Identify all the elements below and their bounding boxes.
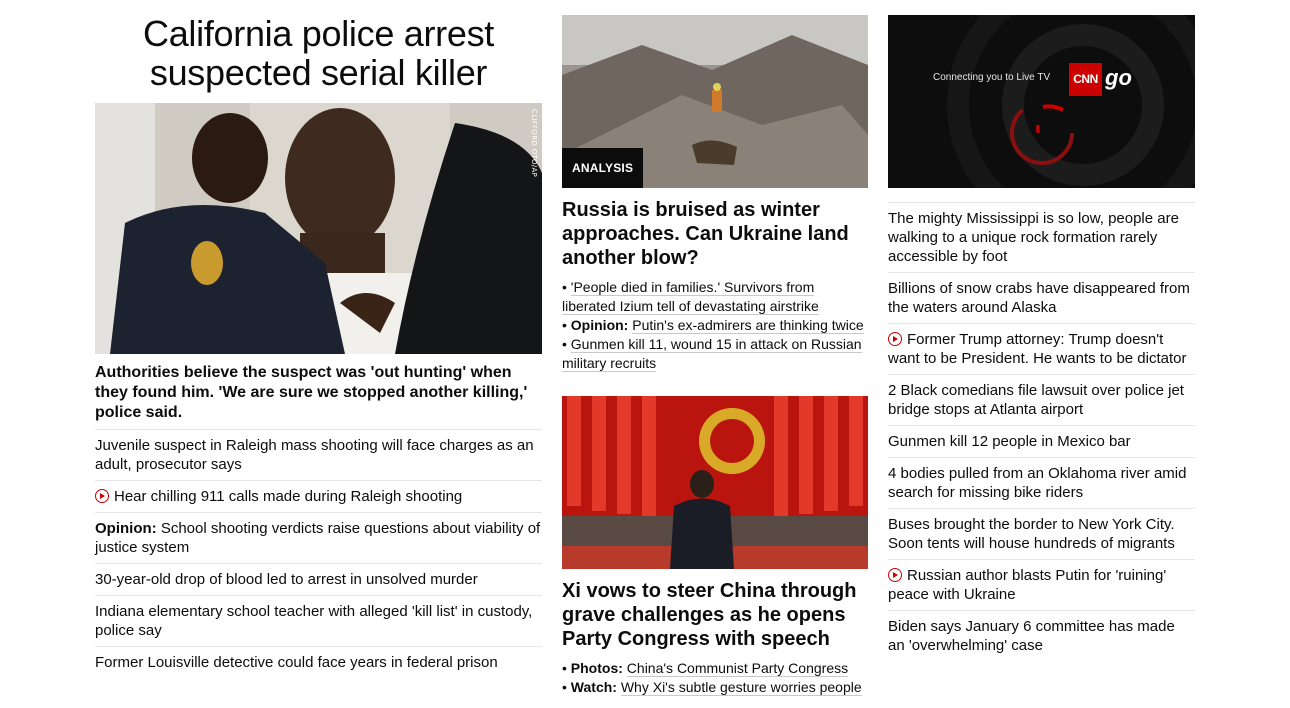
lead-headline[interactable]: California police arrest suspected seria… (95, 14, 542, 92)
lead-summary[interactable]: Authorities believe the suspect was 'out… (95, 363, 542, 423)
story-link[interactable]: Russian author blasts Putin for 'ruining… (888, 567, 1166, 603)
story-link[interactable]: Biden says January 6 committee has made … (888, 618, 1175, 654)
bullet-link[interactable]: Why Xi's subtle gesture worries people (620, 679, 862, 696)
cnn-logo: CNN (1069, 63, 1102, 96)
player-rings-decoration (947, 15, 1195, 188)
list-item[interactable]: Opinion: School shooting verdicts raise … (95, 512, 542, 563)
bullet-link[interactable]: China's Communist Party Congress (626, 660, 849, 677)
story-link[interactable]: Gunmen kill 12 people in Mexico bar (888, 433, 1131, 450)
china-bullets: • Photos: China's Communist Party Congre… (562, 659, 868, 697)
ukraine-bullets: • 'People died in families.' Survivors f… (562, 278, 868, 373)
story-link[interactable]: Juvenile suspect in Raleigh mass shootin… (95, 437, 534, 473)
analysis-badge: ANALYSIS (562, 148, 644, 188)
list-item[interactable]: Former Louisville detective could face y… (95, 646, 542, 678)
story-link[interactable]: School shooting verdicts raise questions… (95, 520, 540, 556)
congress-photo-illustration (562, 396, 868, 569)
china-headline[interactable]: Xi vows to steer China through grave cha… (562, 579, 868, 651)
china-image[interactable] (562, 396, 868, 569)
list-item[interactable]: Billions of snow crabs have disappeared … (888, 272, 1195, 323)
bullet-item[interactable]: • Photos: China's Communist Party Congre… (562, 659, 868, 678)
lead-photo-illustration (95, 103, 542, 354)
list-item[interactable]: Biden says January 6 committee has made … (888, 610, 1195, 661)
list-item[interactable]: Indiana elementary school teacher with a… (95, 595, 542, 646)
bullet-item[interactable]: • Opinion: Putin's ex-admirers are think… (562, 316, 868, 335)
list-item[interactable]: The mighty Mississippi is so low, people… (888, 202, 1195, 272)
bullet-prefix: Photos: (570, 660, 623, 676)
story-link[interactable]: Billions of snow crabs have disappeared … (888, 280, 1190, 316)
lead-image[interactable]: CLIFFORD OTO/AP (95, 103, 542, 354)
story-link[interactable]: Indiana elementary school teacher with a… (95, 603, 532, 639)
bullet-item[interactable]: • 'People died in families.' Survivors f… (562, 278, 868, 316)
live-tv-status: Connecting you to Live TV (933, 72, 1051, 83)
story-link[interactable]: Buses brought the border to New York Cit… (888, 516, 1175, 552)
lead-column: California police arrest suspected seria… (95, 0, 542, 678)
list-item[interactable]: Gunmen kill 12 people in Mexico bar (888, 425, 1195, 457)
play-video-icon (888, 332, 902, 346)
right-story-list: The mighty Mississippi is so low, people… (888, 202, 1195, 661)
bullet-prefix: Opinion: (570, 317, 629, 333)
story-link[interactable]: 4 bodies pulled from an Oklahoma river a… (888, 465, 1186, 501)
story-link[interactable]: Former Trump attorney: Trump doesn't wan… (888, 331, 1187, 367)
list-item[interactable]: Buses brought the border to New York Cit… (888, 508, 1195, 559)
bullet-item[interactable]: • Gunmen kill 11, wound 15 in attack on … (562, 335, 868, 373)
list-item[interactable]: Russian author blasts Putin for 'ruining… (888, 559, 1195, 610)
story-link[interactable]: 2 Black comedians file lawsuit over poli… (888, 382, 1184, 418)
story-link[interactable]: Hear chilling 911 calls made during Rale… (114, 488, 462, 505)
image-credit: CLIFFORD OTO/AP (530, 109, 538, 178)
bullet-item[interactable]: • Watch: Why Xi's subtle gesture worries… (562, 678, 868, 697)
list-item[interactable]: Former Trump attorney: Trump doesn't wan… (888, 323, 1195, 374)
story-link[interactable]: The mighty Mississippi is so low, people… (888, 210, 1179, 265)
bullet-link[interactable]: Putin's ex-admirers are thinking twice (632, 317, 864, 334)
ukraine-image[interactable]: ANALYSIS (562, 15, 868, 188)
lead-story-list: Juvenile suspect in Raleigh mass shootin… (95, 429, 542, 678)
story-link[interactable]: 30-year-old drop of blood led to arrest … (95, 571, 478, 588)
list-item[interactable]: 30-year-old drop of blood led to arrest … (95, 563, 542, 595)
list-item[interactable]: Juvenile suspect in Raleigh mass shootin… (95, 429, 542, 480)
middle-column: ANALYSIS Russia is bruised as winter app… (562, 0, 868, 697)
list-item[interactable]: 2 Black comedians file lawsuit over poli… (888, 374, 1195, 425)
live-tv-player[interactable]: Connecting you to Live TV CNN go (888, 15, 1195, 188)
bullet-link[interactable]: 'People died in families.' Survivors fro… (562, 279, 819, 315)
ukraine-headline[interactable]: Russia is bruised as winter approaches. … (562, 198, 868, 270)
bullet-link[interactable]: Gunmen kill 11, wound 15 in attack on Ru… (562, 336, 862, 372)
play-video-icon (95, 489, 109, 503)
list-item[interactable]: 4 bodies pulled from an Oklahoma river a… (888, 457, 1195, 508)
right-column: Connecting you to Live TV CNN go The mig… (888, 0, 1195, 661)
story-prefix: Opinion: (95, 520, 157, 537)
story-link[interactable]: Former Louisville detective could face y… (95, 654, 498, 671)
play-video-icon (888, 568, 902, 582)
go-logo-text: go (1105, 65, 1132, 90)
list-item[interactable]: Hear chilling 911 calls made during Rale… (95, 480, 542, 512)
bullet-prefix: Watch: (570, 679, 617, 695)
